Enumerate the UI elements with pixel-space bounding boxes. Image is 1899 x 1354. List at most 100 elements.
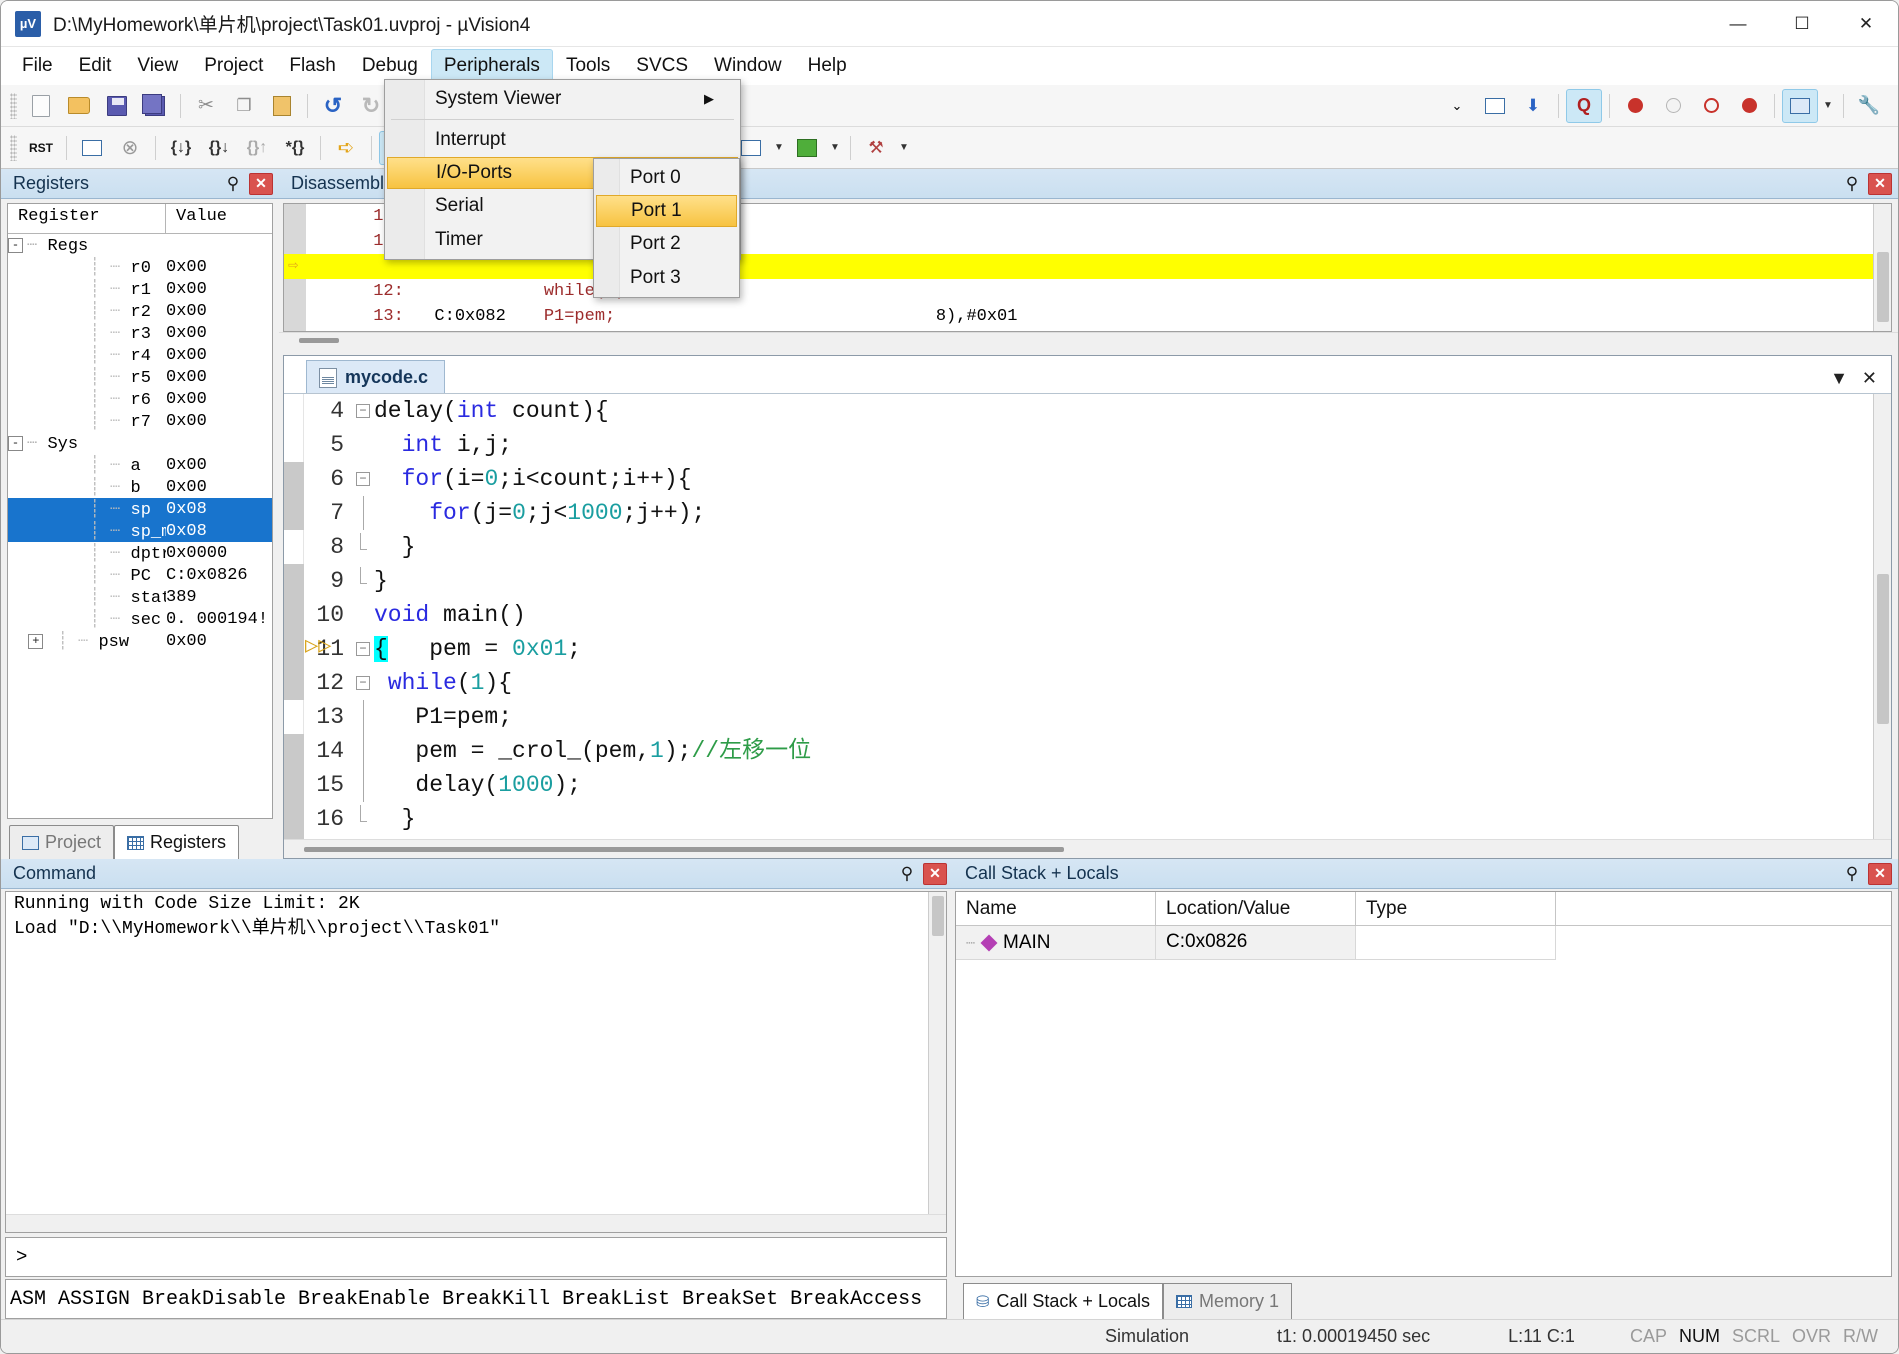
menu-edit[interactable]: Edit [66,49,125,83]
menu-item-interrupt[interactable]: Interrupt [385,123,740,157]
show-next-statement-button[interactable]: ➪ [328,131,364,165]
toolbox-button[interactable]: ⚒ [858,131,894,165]
close-icon[interactable]: ✕ [1868,172,1892,195]
tab-project[interactable]: Project [9,825,115,859]
editor-dropdown-button[interactable]: ▼ [1830,368,1848,389]
tab-mycode-c[interactable]: mycode.c [306,360,446,393]
paste-button[interactable] [264,89,300,123]
maximize-button[interactable]: ☐ [1770,1,1834,46]
fold-marker-icon[interactable] [352,530,374,564]
register-row[interactable]: - ┈ Regs [8,234,272,256]
menu-item-system-viewer[interactable]: System Viewer ▶ [385,82,740,116]
menu-file[interactable]: File [9,49,66,83]
find-in-files-button[interactable]: Q [1566,88,1602,123]
menu-project[interactable]: Project [191,49,276,83]
menu-window[interactable]: Window [701,49,795,83]
register-row[interactable]: ┊ ┈ r0 0x00 [8,256,272,278]
symbols-window-dropdown[interactable]: ▼ [770,131,788,165]
menu-item-port-0[interactable]: Port 0 [594,161,739,195]
run-button[interactable] [74,131,110,165]
step-out-button[interactable]: {}↑ [239,131,275,165]
new-file-button[interactable] [23,89,59,123]
code-line[interactable]: 15 delay(1000); [304,768,1891,802]
command-input[interactable]: > [5,1237,947,1277]
editor-selection-margin[interactable] [284,394,304,840]
close-icon[interactable]: ✕ [923,862,947,885]
register-row[interactable]: ┊ ┈ states389 [8,586,272,608]
fold-marker-icon[interactable] [352,734,374,768]
peripherals-button[interactable] [789,131,825,165]
register-row[interactable]: ┊ ┈ r6 0x00 [8,388,272,410]
step-into-button[interactable]: {↓} [163,131,199,165]
code-line[interactable]: 14 pem = _crol_(pem,1);//左移一位 [304,734,1891,768]
disassembly-scrollbar[interactable] [1873,204,1891,331]
register-row[interactable]: ┊ ┈ a 0x00 [8,454,272,476]
copy-button[interactable]: ❐ [226,89,262,123]
step-over-button[interactable]: {}↓ [201,131,237,165]
register-row[interactable]: ┊ ┈ sec 0. 000194! [8,608,272,630]
toolbar-grip[interactable] [10,92,17,119]
code-line[interactable]: 9} [304,564,1891,598]
peripherals-dropdown[interactable]: ▼ [826,131,844,165]
code-line[interactable]: 8 } [304,530,1891,564]
pin-icon[interactable]: ⚲ [1842,864,1862,884]
document-search-button[interactable] [1477,89,1513,123]
editor-hscroll[interactable] [284,839,1891,858]
stop-button[interactable]: ⊗ [112,131,148,165]
command-scrollbar[interactable] [928,892,946,1232]
register-row[interactable]: ┊ ┈ PC $ C:0x0826 [8,564,272,586]
tab-memory-1[interactable]: Memory 1 [1162,1283,1292,1319]
register-row[interactable]: ┊ ┈ sp_max0x08 [8,520,272,542]
fold-marker-icon[interactable] [352,564,374,598]
fold-marker-icon[interactable]: − [352,632,374,666]
fold-marker-icon[interactable] [352,428,374,462]
menu-peripherals[interactable]: Peripherals [430,49,553,83]
editor-body[interactable]: 4− delay(int count){5 int i,j; 6− for(i=0;… [284,394,1891,840]
fold-marker-icon[interactable]: − [352,394,374,428]
fold-marker-icon[interactable]: − [352,666,374,700]
tree-toggle-icon[interactable]: - [8,237,23,253]
fold-marker-icon[interactable] [352,700,374,734]
command-output[interactable]: Running with Code Size Limit: 2K Load "D… [5,891,947,1233]
kill-breakpoints-button[interactable] [1731,89,1767,123]
menu-help[interactable]: Help [795,49,860,83]
reset-button[interactable]: RST [23,131,59,165]
open-file-button[interactable] [61,89,97,123]
register-row[interactable]: ┊ ┈ sp 0x08 [8,498,272,520]
toolbar-grip[interactable] [10,134,17,161]
close-button[interactable]: ✕ [1834,1,1898,46]
editor-code-area[interactable]: 4− delay(int count){5 int i,j; 6− for(i=0;… [304,394,1891,840]
insert-breakpoint-button[interactable] [1617,89,1653,123]
menu-tools[interactable]: Tools [553,49,623,83]
tree-toggle-icon[interactable]: + [28,633,44,649]
menu-svcs[interactable]: SVCS [623,49,701,83]
editor-scrollbar[interactable] [1873,394,1891,840]
code-line[interactable]: 17} [304,836,1891,840]
register-row[interactable]: ┊ ┈ r2 0x00 [8,300,272,322]
configure-button[interactable]: 🔧 [1851,89,1887,123]
close-icon[interactable]: ✕ [249,172,273,195]
code-line[interactable]: 16 } [304,802,1891,836]
register-row[interactable]: - ┈ Sys [8,432,272,454]
pin-icon[interactable]: ⚲ [897,864,917,884]
fold-marker-icon[interactable] [352,598,374,632]
fold-marker-icon[interactable] [352,496,374,530]
minimize-button[interactable]: — [1706,1,1770,46]
code-line[interactable]: 13 P1=pem; [304,700,1891,734]
code-line[interactable]: 4− delay(int count){ [304,394,1891,428]
menu-debug[interactable]: Debug [349,49,431,83]
register-row[interactable]: ┊ ┈ r1 0x00 [8,278,272,300]
registers-table[interactable]: Register Value - ┈ Regs ┊ ┈ r0 0x00 ┊ ┈ r1… [7,203,273,819]
tree-toggle-icon[interactable]: - [8,435,23,451]
editor-close-button[interactable]: ✕ [1862,368,1877,389]
menu-item-port-2[interactable]: Port 2 [594,227,739,261]
tab-call-stack-locals[interactable]: ⛁ Call Stack + Locals [963,1283,1163,1319]
bookmark-nav-button[interactable]: ⬇ [1515,89,1551,123]
fold-marker-icon[interactable]: − [352,462,374,496]
code-line[interactable]: ▷▷ 11−{ pem = 0x01; [304,632,1891,666]
code-line[interactable]: 5 int i,j; [304,428,1891,462]
fold-marker-icon[interactable] [352,768,374,802]
register-row[interactable]: ┊ ┈ dptr0x0000 [8,542,272,564]
register-row[interactable]: ┊ ┈ b 0x00 [8,476,272,498]
register-row[interactable]: ┊ ┈ r4 0x00 [8,344,272,366]
